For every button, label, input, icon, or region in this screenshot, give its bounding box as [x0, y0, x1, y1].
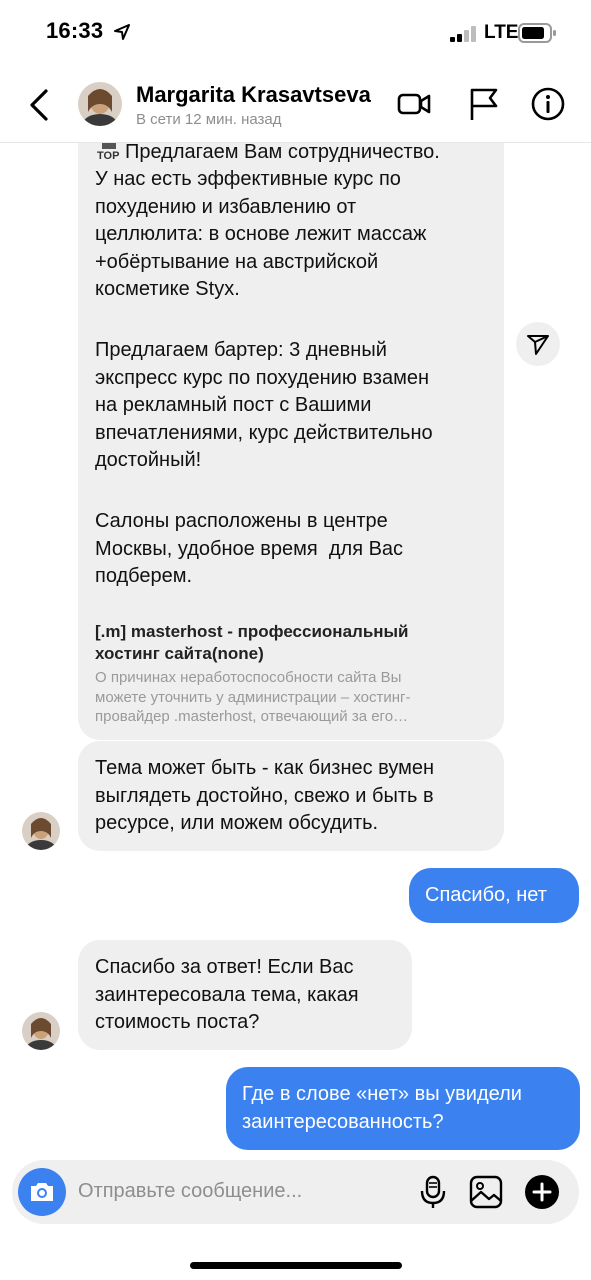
- message-partial-line: Предлагаем Вам сотрудничество.: [125, 141, 440, 163]
- video-call-icon[interactable]: [396, 86, 432, 122]
- status-time: 16:33: [46, 18, 104, 43]
- sender-avatar-2[interactable]: [22, 1012, 60, 1050]
- sender-avatar[interactable]: [22, 812, 60, 850]
- network-type: LTE: [484, 22, 519, 43]
- message-text-2: Тема может быть - как бизнес вумен выгля…: [95, 757, 435, 834]
- link-preview-description[interactable]: О причинах неработоспособности сайта Вы …: [95, 668, 495, 727]
- signal-bars-icon: [450, 26, 476, 42]
- message-text-3: Спасибо за ответ! Если Вас заинтересовал…: [95, 956, 359, 1033]
- camera-button[interactable]: [18, 1168, 66, 1216]
- home-indicator: [190, 1262, 402, 1269]
- gallery-icon[interactable]: [468, 1174, 504, 1210]
- camera-icon: [31, 1183, 53, 1201]
- message-text-reply-2: Где в слове «нет» вы увидели заинтересов…: [242, 1083, 522, 1133]
- contact-avatar-image[interactable]: [78, 82, 122, 126]
- message-paragraph-2: Предлагаем бартер: 3 дневный экспресс ку…: [95, 339, 433, 471]
- message-input[interactable]: Отправьте сообщение...: [78, 1180, 302, 1203]
- link-preview-title[interactable]: [.m] masterhost - профессиональный хости…: [95, 621, 495, 665]
- plus-circle-icon[interactable]: [524, 1174, 560, 1210]
- share-button[interactable]: [516, 322, 560, 366]
- paper-plane-icon: [527, 335, 549, 355]
- contact-name-label[interactable]: Margarita Krasavtseva: [136, 82, 371, 108]
- presence-label: В сети 12 мин. назад: [136, 111, 282, 128]
- microphone-icon[interactable]: [418, 1174, 448, 1210]
- details-info-icon[interactable]: [530, 86, 566, 122]
- message-text-reply-1: Спасибо, нет: [425, 884, 547, 906]
- message-paragraph-1: У нас есть эффективные курс по похудению…: [95, 168, 427, 300]
- report-flag-icon[interactable]: [466, 86, 502, 122]
- location-arrow-icon: [114, 24, 130, 40]
- battery-icon: [518, 23, 556, 43]
- message-paragraph-3: Салоны расположены в центре Москвы, удоб…: [95, 510, 404, 587]
- back-button[interactable]: [28, 88, 50, 122]
